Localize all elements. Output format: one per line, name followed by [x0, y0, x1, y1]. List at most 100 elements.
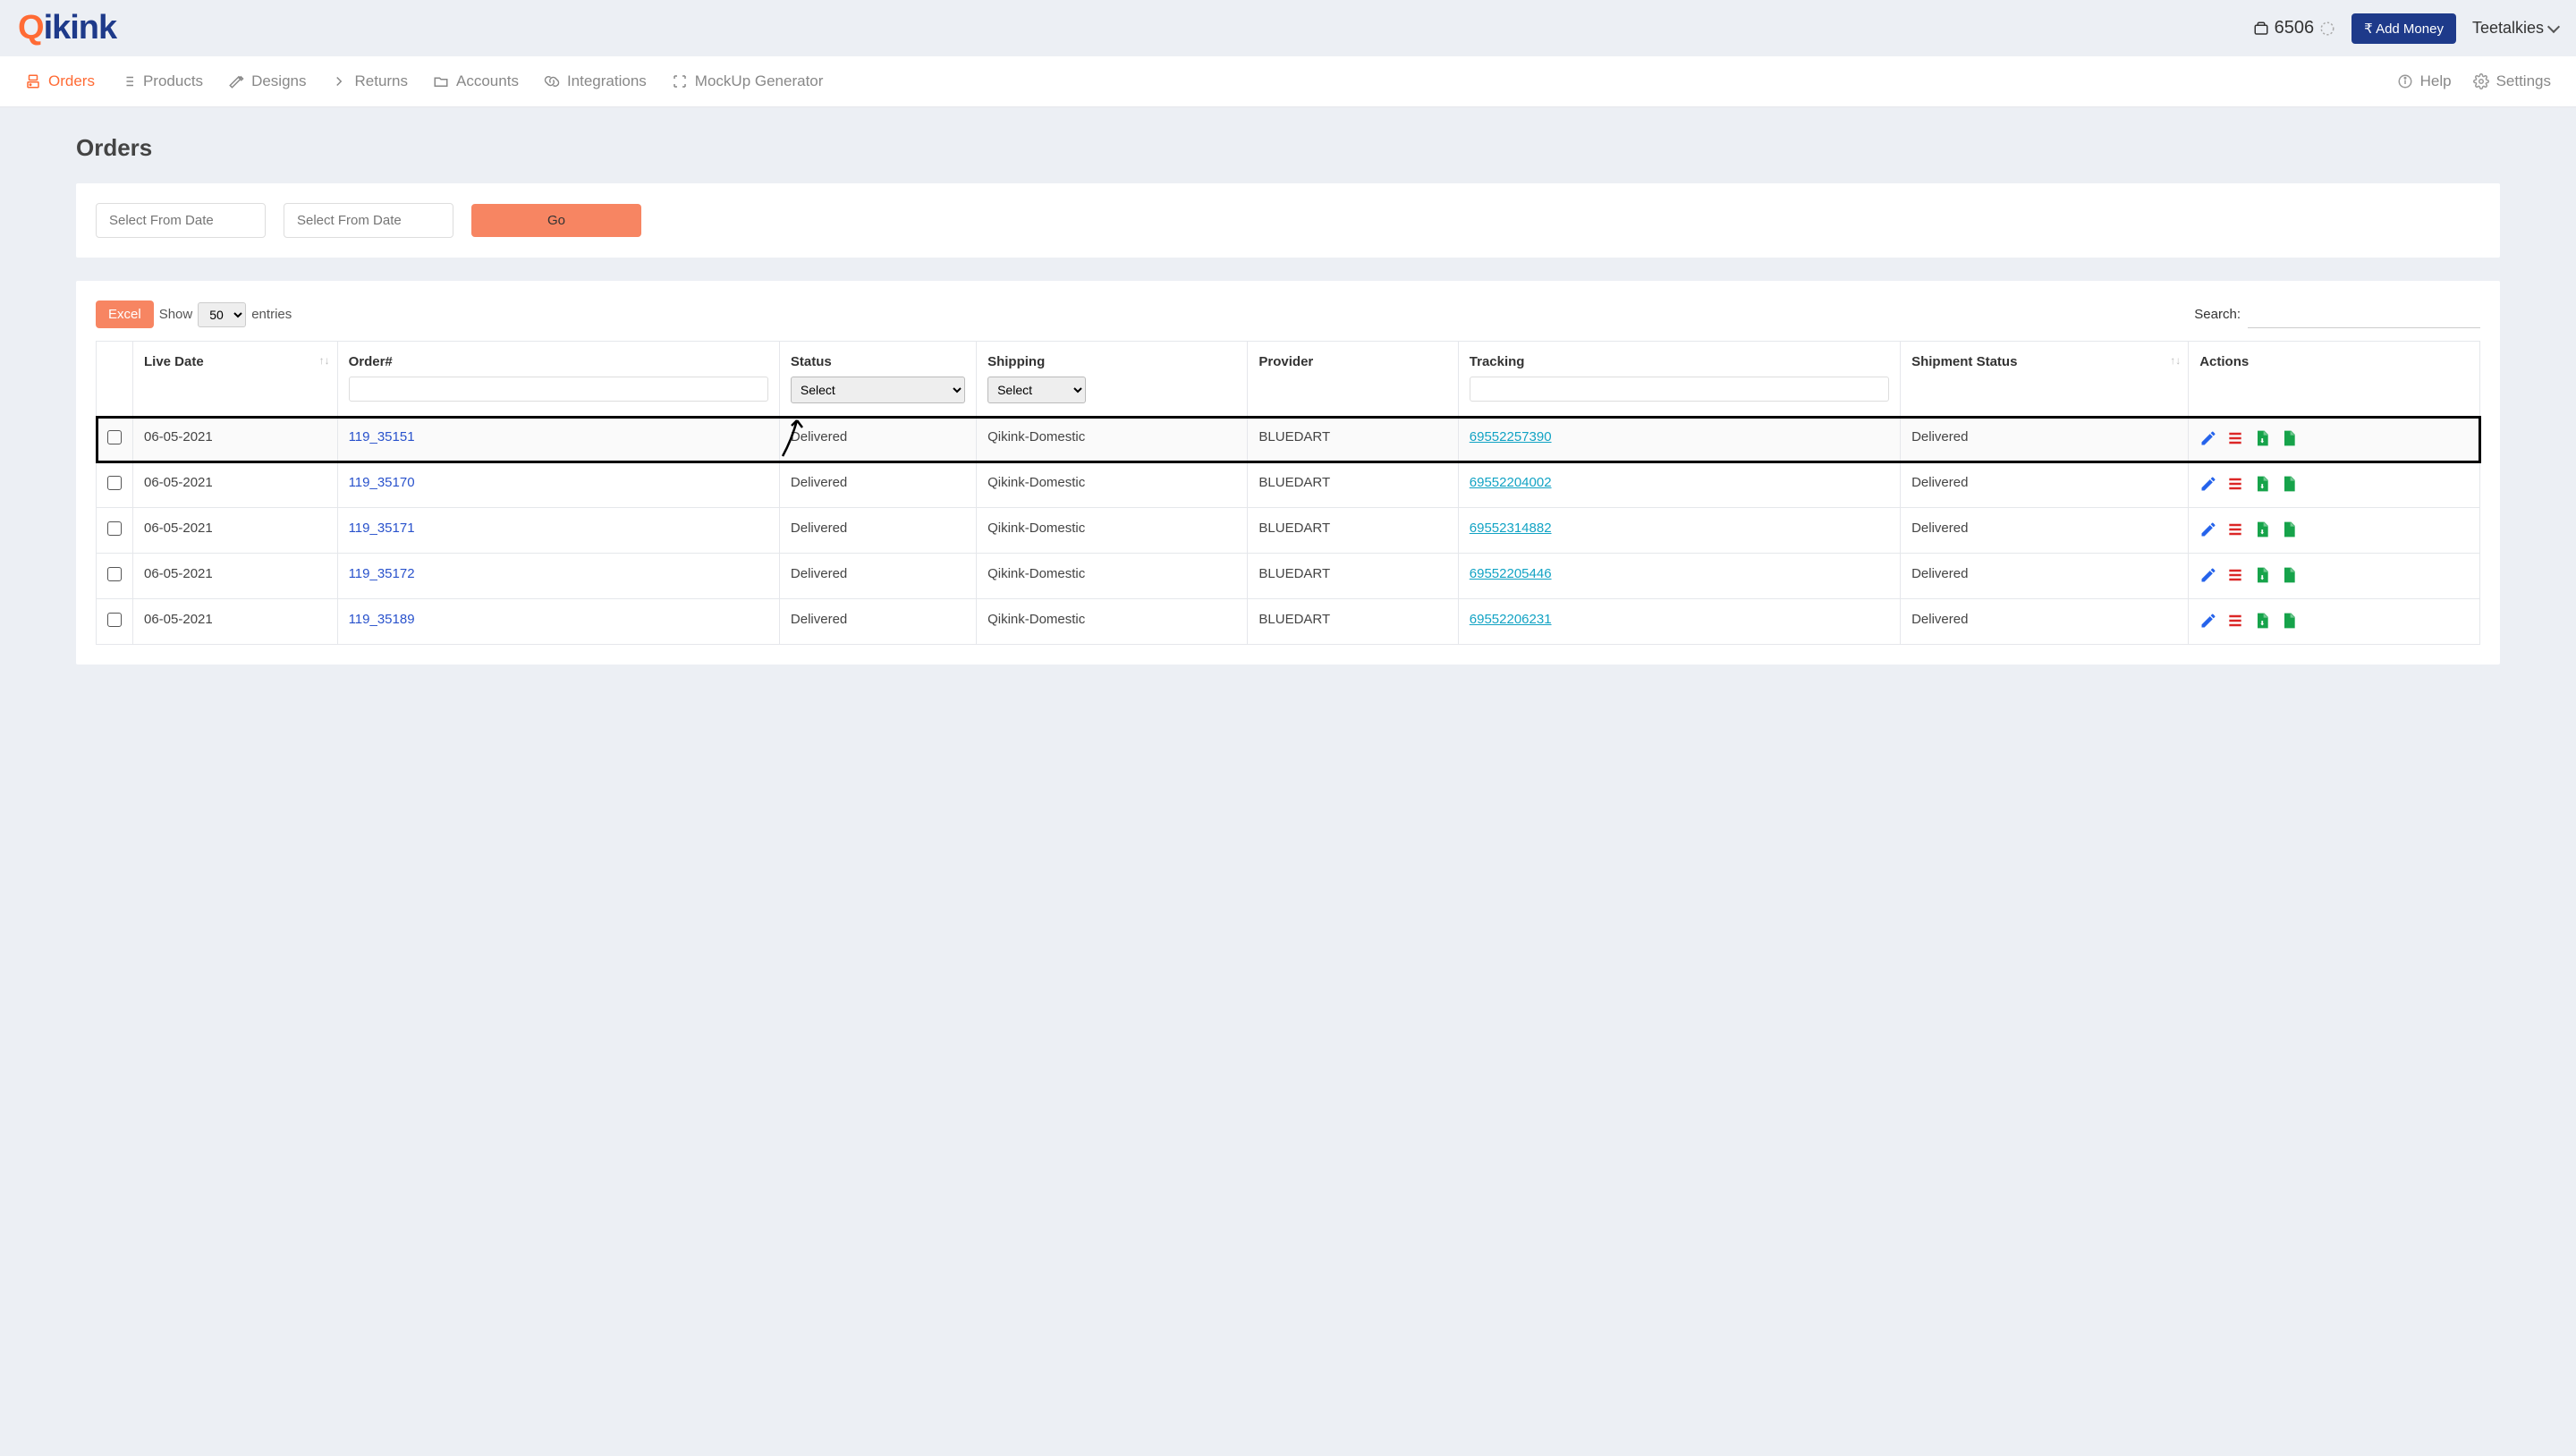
topbar: Qikink 6506 ₹ Add Money Teetalkies [0, 0, 2576, 56]
orders-table: Live Date ↑↓ Order# Status Select Shippi… [96, 341, 2480, 645]
svg-text:⬇: ⬇ [2260, 620, 2266, 627]
col-live-date[interactable]: Live Date ↑↓ [133, 342, 338, 417]
pdf-icon[interactable]: ⬇ [2253, 429, 2273, 449]
export-excel-button[interactable]: Excel [96, 301, 154, 328]
cell-tracking: 69552206231 [1458, 599, 1900, 645]
cell-tracking: 69552257390 [1458, 417, 1900, 462]
cell-shipping: Qikink-Domestic [977, 599, 1248, 645]
shipping-filter-select[interactable]: Select [987, 377, 1086, 403]
order-filter-input[interactable] [349, 377, 768, 402]
cell-live-date: 06-05-2021 [133, 554, 338, 599]
from-date-input[interactable] [96, 203, 266, 238]
page-size-select[interactable]: 50 [198, 302, 246, 327]
tracking-link[interactable]: 69552204002 [1470, 475, 1552, 490]
search-label: Search: [2194, 307, 2241, 322]
file-icon[interactable] [2280, 612, 2300, 631]
cell-shipment-status: Delivered [1901, 417, 2189, 462]
col-tracking[interactable]: Tracking [1458, 342, 1900, 417]
cell-shipping: Qikink-Domestic [977, 508, 1248, 554]
table-controls: Excel Show 50 entries Search: [96, 301, 2480, 328]
nav-item-integrations[interactable]: Integrations [544, 56, 647, 106]
edit-icon[interactable] [2199, 612, 2219, 631]
order-link[interactable]: 119_35189 [349, 612, 415, 627]
cell-status: Delivered [779, 417, 976, 462]
edit-icon[interactable] [2199, 475, 2219, 495]
col-shipping-label: Shipping [987, 354, 1045, 369]
nav-item-accounts[interactable]: Accounts [433, 56, 519, 106]
nav-item-orders[interactable]: Orders [25, 56, 95, 106]
order-link[interactable]: 119_35170 [349, 475, 415, 490]
svg-text:⬇: ⬇ [2260, 483, 2266, 490]
cell-status: Delivered [779, 462, 976, 508]
cell-live-date: 06-05-2021 [133, 508, 338, 554]
pdf-icon[interactable]: ⬇ [2253, 475, 2273, 495]
cell-live-date: 06-05-2021 [133, 462, 338, 508]
file-icon[interactable] [2280, 566, 2300, 586]
info-icon [2397, 73, 2413, 89]
col-order[interactable]: Order# [337, 342, 779, 417]
lines-icon[interactable] [2226, 429, 2246, 449]
pdf-icon[interactable]: ⬇ [2253, 521, 2273, 540]
tracking-link[interactable]: 69552206231 [1470, 612, 1552, 627]
edit-icon[interactable] [2199, 429, 2219, 449]
order-link[interactable]: 119_35172 [349, 566, 415, 581]
nav-right: Help Settings [2397, 56, 2551, 106]
pdf-icon[interactable]: ⬇ [2253, 612, 2273, 631]
cell-tracking: 69552204002 [1458, 462, 1900, 508]
lines-icon[interactable] [2226, 612, 2246, 631]
row-checkbox[interactable] [107, 567, 122, 581]
user-menu[interactable]: Teetalkies [2472, 19, 2558, 38]
date-filter-card: Go [76, 183, 2500, 258]
refresh-icon[interactable] [2319, 21, 2335, 37]
row-checkbox[interactable] [107, 430, 122, 444]
row-checkbox[interactable] [107, 521, 122, 536]
order-link[interactable]: 119_35171 [349, 521, 415, 536]
to-date-input[interactable] [284, 203, 453, 238]
search-input[interactable] [2248, 301, 2480, 328]
tracking-link[interactable]: 69552205446 [1470, 566, 1552, 581]
lines-icon[interactable] [2226, 521, 2246, 540]
col-status[interactable]: Status Select [779, 342, 976, 417]
row-checkbox[interactable] [107, 476, 122, 490]
pdf-icon[interactable]: ⬇ [2253, 566, 2273, 586]
tracking-link[interactable]: 69552257390 [1470, 429, 1552, 444]
nav-item-products[interactable]: Products [120, 56, 203, 106]
cell-order: 119_35189 [337, 599, 779, 645]
topbar-right: 6506 ₹ Add Money Teetalkies [2253, 13, 2558, 44]
cell-provider: BLUEDART [1248, 462, 1458, 508]
lines-icon[interactable] [2226, 475, 2246, 495]
lines-icon[interactable] [2226, 566, 2246, 586]
col-order-label: Order# [349, 354, 393, 369]
nav-left: Orders Products Designs Returns Accounts Inte… [25, 56, 823, 106]
status-filter-select[interactable]: Select [791, 377, 965, 403]
cell-actions: ⬇ [2189, 462, 2480, 508]
order-link[interactable]: 119_35151 [349, 429, 415, 444]
add-money-button[interactable]: ₹ Add Money [2351, 13, 2456, 44]
go-button[interactable]: Go [471, 204, 641, 237]
row-checkbox-cell [97, 599, 133, 645]
wallet-balance[interactable]: 6506 [2253, 18, 2336, 38]
nav-settings[interactable]: Settings [2473, 56, 2551, 106]
entries-label: entries [251, 307, 292, 322]
row-checkbox[interactable] [107, 613, 122, 627]
col-shipment-status[interactable]: Shipment Status ↑↓ [1901, 342, 2189, 417]
show-label: Show [159, 307, 193, 322]
file-icon[interactable] [2280, 521, 2300, 540]
svg-text:⬇: ⬇ [2260, 529, 2266, 536]
col-shipping[interactable]: Shipping Select [977, 342, 1248, 417]
nav-item-designs[interactable]: Designs [228, 56, 306, 106]
edit-icon[interactable] [2199, 521, 2219, 540]
nav-item-label: Designs [251, 72, 306, 90]
nav-item-mockup-generator[interactable]: MockUp Generator [672, 56, 824, 106]
file-icon[interactable] [2280, 475, 2300, 495]
col-provider[interactable]: Provider [1248, 342, 1458, 417]
file-icon[interactable] [2280, 429, 2300, 449]
cell-actions: ⬇ [2189, 554, 2480, 599]
nav-item-returns[interactable]: Returns [331, 56, 408, 106]
tracking-filter-input[interactable] [1470, 377, 1889, 402]
col-status-label: Status [791, 354, 832, 369]
nav-item-label: MockUp Generator [695, 72, 824, 90]
nav-help[interactable]: Help [2397, 56, 2452, 106]
tracking-link[interactable]: 69552314882 [1470, 521, 1552, 536]
edit-icon[interactable] [2199, 566, 2219, 586]
